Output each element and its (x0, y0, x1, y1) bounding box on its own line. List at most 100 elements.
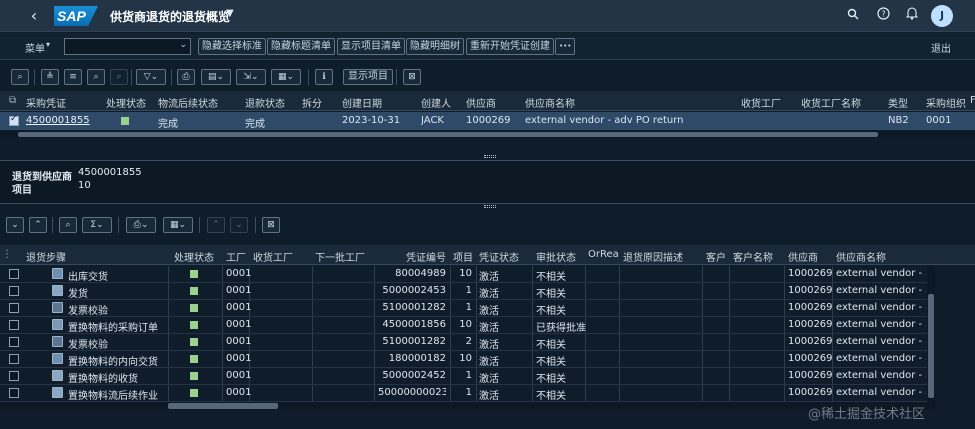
row-checkbox[interactable] (9, 269, 19, 279)
show-item-list-button[interactable]: 显示项目清单 (337, 38, 405, 55)
column-header[interactable]: 收货工厂 (741, 95, 781, 110)
column-header[interactable]: 处理状态 (106, 95, 146, 110)
sort-descending-icon[interactable]: ≡ (64, 69, 82, 85)
select-all-icon[interactable]: ⧉ (9, 95, 16, 106)
column-header[interactable]: 客户 (706, 249, 726, 264)
row-checkbox[interactable] (9, 337, 19, 347)
row-checkbox[interactable] (9, 388, 19, 398)
step-name[interactable]: 置换物料的内向交货 (68, 353, 158, 368)
zoom-icon[interactable]: ⌕ (11, 69, 29, 85)
column-header[interactable]: 收货工厂名称 (801, 95, 861, 110)
document-number[interactable]: 500000000239 (378, 387, 446, 398)
expand-all-icon[interactable]: ⌄ (6, 217, 24, 233)
document-number[interactable]: 5000002453 (378, 285, 446, 296)
horizontal-scrollbar[interactable] (0, 402, 935, 410)
table-row[interactable]: 发票校验 0001 5100001282 2 激活 不相关 1000269 ex… (0, 334, 927, 351)
step-name[interactable]: 发票校验 (68, 302, 108, 317)
table-row[interactable]: 发货 0001 5000002453 1 激活 不相关 1000269 exte… (0, 283, 927, 300)
column-header[interactable]: 项目 (453, 249, 473, 264)
drag-handle-icon[interactable]: ⋮ (2, 249, 12, 260)
column-header[interactable]: 凭证状态 (479, 249, 519, 264)
column-header[interactable]: 工厂 (226, 249, 246, 264)
step-name[interactable]: 置换物料的采购订单 (68, 319, 158, 334)
column-header[interactable]: OrRea (588, 249, 619, 260)
move-down-icon[interactable]: ⌄ (230, 217, 248, 233)
column-header[interactable]: 收货工厂 (253, 249, 293, 264)
table-row[interactable]: 置换物料的采购订单 0001 4500001856 10 激活 已获得批准 10… (0, 317, 927, 334)
find-icon[interactable]: ⌕ (59, 217, 77, 233)
column-header[interactable]: 供应商名称 (525, 95, 575, 110)
document-number[interactable]: 180000182 (378, 353, 446, 364)
sap-logo[interactable]: SAP (54, 6, 98, 26)
info-icon[interactable]: ℹ (315, 69, 333, 85)
document-number[interactable]: 5000002452 (378, 370, 446, 381)
column-header[interactable]: 凭证编号 (406, 249, 446, 264)
row-checkbox[interactable] (9, 114, 19, 126)
back-icon[interactable]: ‹ (24, 6, 44, 26)
hide-selection-criteria-button[interactable]: 隐藏选择标准 (198, 38, 266, 55)
document-number[interactable]: 5100001282 (378, 336, 446, 347)
hide-detail-tree-button[interactable]: 隐藏明细树 (406, 38, 464, 55)
sort-ascending-icon[interactable]: ≜ (41, 69, 59, 85)
step-name[interactable]: 发票校验 (68, 336, 108, 351)
move-up-icon[interactable]: ⌃ (207, 217, 225, 233)
table-row[interactable]: 置换物料的内向交货 0001 180000182 10 激活 不相关 10002… (0, 351, 927, 368)
layout-icon[interactable]: ▦⌄ (163, 217, 193, 233)
column-header[interactable]: 拆分 (302, 95, 322, 110)
table-row[interactable]: 发票校验 0001 5100001282 1 激活 不相关 1000269 ex… (0, 300, 927, 317)
column-header[interactable]: 采购组织 (926, 95, 966, 110)
bell-icon[interactable] (903, 7, 921, 25)
sum-icon[interactable]: Σ⌄ (82, 217, 112, 233)
row-checkbox[interactable] (9, 354, 19, 364)
splitter-handle[interactable] (484, 155, 496, 158)
chevron-down-icon[interactable]: ⌄ (179, 40, 187, 50)
table-row[interactable]: 出库交货 0001 80004989 10 激活 不相关 1000269 ext… (0, 266, 927, 283)
step-name[interactable]: 出库交货 (68, 268, 108, 283)
column-header[interactable]: 采购凭证 (26, 95, 66, 110)
document-number[interactable]: 4500001856 (378, 319, 446, 330)
close-icon[interactable]: ⊠ (262, 217, 280, 233)
table-row[interactable]: 置换物料的收货 0001 5000002452 1 激活 不相关 1000269… (0, 368, 927, 385)
column-header[interactable]: 物流后续状态 (158, 95, 218, 110)
row-checkbox[interactable] (9, 303, 19, 313)
step-name[interactable]: 发货 (68, 285, 88, 300)
row-checkbox[interactable] (9, 371, 19, 381)
help-icon[interactable]: ? (874, 7, 892, 25)
find-next-icon[interactable]: ⌕ (110, 69, 128, 85)
step-name[interactable]: 置换物料的收货 (68, 370, 138, 385)
show-items-button[interactable]: 显示项目 (343, 69, 393, 85)
column-header[interactable]: 下一批工厂 (315, 249, 365, 264)
column-header[interactable]: 供应商 (466, 95, 496, 110)
search-icon[interactable] (844, 7, 862, 25)
export-icon[interactable]: ⇲⌄ (236, 69, 266, 85)
filter-icon[interactable]: ▽⌄ (136, 69, 166, 85)
column-header[interactable]: 创建人 (421, 95, 451, 110)
print-icon[interactable]: ⎙⌄ (126, 217, 156, 233)
vertical-scrollbar[interactable] (927, 266, 935, 402)
hide-header-list-button[interactable]: 隐藏标题清单 (267, 38, 335, 55)
column-header[interactable]: 类型 (888, 95, 908, 110)
command-field[interactable]: ⌄ (64, 38, 191, 55)
horizontal-scrollbar[interactable] (0, 131, 975, 138)
po-link[interactable]: 4500001855 (26, 115, 90, 126)
column-header[interactable]: 审批状态 (536, 249, 576, 264)
column-header[interactable]: 退货步骤 (26, 249, 66, 264)
row-checkbox[interactable] (9, 320, 19, 330)
table-row[interactable]: 4500001855 完成 完成 2023-10-31 JACK 1000269… (0, 112, 975, 130)
column-header[interactable]: F (970, 95, 975, 106)
app-title[interactable]: 供货商退货的退货概览 (110, 8, 230, 25)
column-header[interactable]: 退款状态 (245, 95, 285, 110)
splitter-handle[interactable] (484, 205, 496, 208)
column-header[interactable]: 客户名称 (733, 249, 773, 264)
row-checkbox[interactable] (9, 286, 19, 296)
table-row[interactable]: 置换物料流后续作业 0001 500000000239 1 激活 不相关 100… (0, 385, 927, 402)
column-header[interactable]: 供应商 (788, 249, 818, 264)
menu-button[interactable]: 菜单 (25, 40, 45, 55)
step-name[interactable]: 置换物料流后续作业 (68, 387, 158, 402)
close-icon[interactable]: ⊠ (403, 69, 421, 85)
column-header[interactable]: 退货原因描述 (623, 249, 683, 264)
avatar[interactable]: J (931, 5, 953, 27)
document-number[interactable]: 5100001282 (378, 302, 446, 313)
column-header[interactable]: 创建日期 (342, 95, 382, 110)
chevron-down-icon[interactable]: ▼ (226, 8, 234, 19)
